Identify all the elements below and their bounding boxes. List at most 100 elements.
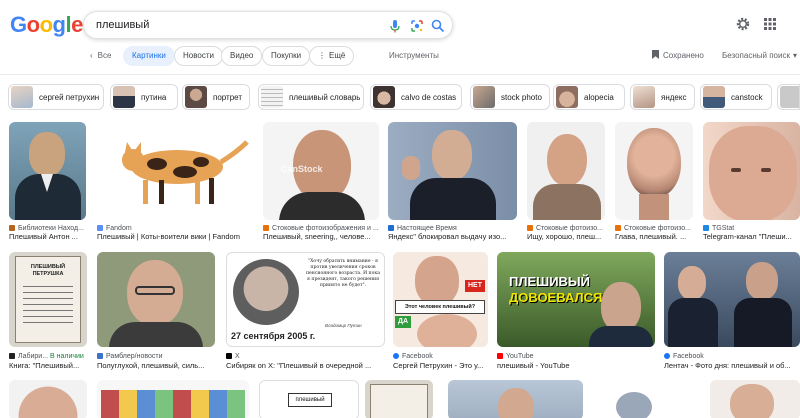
result-caption[interactable]: Плешивый, sneering,, челове...: [263, 232, 379, 242]
result-image[interactable]: [97, 380, 249, 418]
result-image[interactable]: "Хочу обратить внимание - я против увели…: [226, 252, 385, 347]
chip-thumbnail: [633, 86, 655, 108]
shirt: [533, 184, 601, 220]
tab-news[interactable]: Новости: [174, 46, 223, 66]
title-line2: ДОВОЕВАЛСЯ: [509, 290, 603, 305]
result-image[interactable]: [664, 252, 800, 347]
result-source: Рамблер/новости: [97, 352, 215, 361]
result-image[interactable]: [703, 122, 800, 220]
suggestion-chip[interactable]: canstock: [700, 84, 772, 110]
result-image[interactable]: [97, 122, 254, 220]
person-right-suit: [734, 298, 792, 347]
result-caption[interactable]: Яндекс" блокировал выдачу изо...: [388, 232, 517, 242]
suggestion-chip[interactable]: calvo de costas: [370, 84, 462, 110]
chip-thumbnail: [473, 86, 495, 108]
suggestion-chip[interactable]: яндекс: [630, 84, 695, 110]
result-source: X: [226, 352, 385, 361]
result-image[interactable]: [615, 122, 693, 220]
result-caption[interactable]: Telegram-канал "Плеши...: [703, 232, 800, 242]
suggestion-chip[interactable]: [777, 84, 800, 110]
tab-shopping[interactable]: Покупки: [262, 46, 311, 66]
suggestion-chip[interactable]: alopecia: [553, 84, 625, 110]
microphone-icon[interactable]: [387, 18, 403, 34]
result-source: Лабири... В наличии: [9, 352, 89, 361]
result-image[interactable]: [594, 380, 674, 418]
search-box[interactable]: плешивый: [83, 11, 453, 39]
result-image[interactable]: ПЛЕШИВЫЙ ДОВОЕВАЛСЯ: [497, 252, 655, 347]
result-image[interactable]: НЕТ Этот человек плешивый? ДА: [393, 252, 488, 347]
bald-top: [417, 314, 477, 347]
google-logo[interactable]: Google: [10, 14, 83, 36]
result-image[interactable]: [97, 252, 215, 347]
result-caption[interactable]: Полуглухой, плешивый, силь...: [97, 361, 215, 371]
result-source: YouTube: [497, 352, 655, 361]
result-caption[interactable]: Плешивый | Коты-воители вики | Fandom: [97, 232, 254, 242]
person-left-head: [678, 266, 706, 300]
chevron-left-icon: ‹: [90, 51, 93, 60]
result-image[interactable]: ПЛЕШИВЫЙ ПЕТРУШКА: [9, 252, 87, 347]
shirt: [279, 192, 365, 220]
result-image[interactable]: [9, 380, 87, 418]
quote-text: "Хочу обратить внимание - я против увели…: [306, 259, 380, 288]
search-icon[interactable]: [430, 18, 446, 34]
result-caption[interactable]: Плешивый Антон ...: [9, 232, 87, 242]
header-divider: [0, 74, 800, 75]
tab-images[interactable]: Картинки: [123, 46, 175, 66]
saved-link[interactable]: Сохранено: [652, 46, 704, 66]
chip-thumbnail: [261, 86, 283, 108]
watermark: CanStock: [281, 164, 323, 174]
head: [498, 388, 534, 418]
chip-thumbnail: [185, 86, 207, 108]
eye: [761, 168, 771, 172]
result-caption[interactable]: Книга: "Плешивый...: [9, 361, 89, 371]
suggestion-chip[interactable]: плешивый словарь: [258, 84, 364, 110]
result-image[interactable]: [9, 122, 86, 220]
result-caption[interactable]: плешивый - YouTube: [497, 361, 655, 371]
search-tabs-bar: ‹ Все Картинки Новости Видео Покупки ⋮ Ещё…: [0, 46, 800, 68]
result-image[interactable]: [365, 380, 433, 418]
book-lines: [23, 286, 73, 326]
safesearch-menu[interactable]: Безопасный поиск ▾: [722, 46, 797, 66]
apps-grid-icon[interactable]: [762, 16, 778, 32]
body: [589, 326, 653, 347]
suggestion-chip[interactable]: сергей петрухин: [8, 84, 104, 110]
collage-grid: [101, 390, 245, 418]
tools-button[interactable]: Инструменты: [389, 46, 439, 66]
eye: [731, 168, 741, 172]
head: [547, 134, 587, 186]
no-badge: НЕТ: [465, 280, 485, 292]
back-to-all-link[interactable]: ‹ Все: [90, 46, 111, 66]
result-caption[interactable]: Ищу, хорошо, плеш...: [527, 232, 605, 242]
tab-more[interactable]: ⋮ Ещё: [309, 46, 355, 66]
settings-gear-icon[interactable]: [735, 16, 751, 32]
search-input[interactable]: плешивый: [96, 19, 149, 31]
result-image[interactable]: [388, 122, 517, 220]
lens-icon[interactable]: [409, 18, 425, 34]
head: [432, 130, 472, 180]
tab-video[interactable]: Видео: [221, 46, 263, 66]
chip-thumbnail: [556, 86, 578, 108]
yes-badge: ДА: [395, 316, 411, 328]
result-image[interactable]: [448, 380, 583, 418]
result-image[interactable]: плешивый: [259, 380, 359, 418]
suggestion-chip[interactable]: stock photo: [470, 84, 550, 110]
result-image[interactable]: [527, 122, 605, 220]
suggestion-chip[interactable]: портрет: [182, 84, 250, 110]
jacket: [109, 322, 203, 347]
suit: [410, 178, 496, 220]
suggestion-chip[interactable]: путина: [110, 84, 178, 110]
illustration-head: [616, 392, 652, 418]
more-vert-icon: ⋮: [318, 51, 326, 60]
person-right-head: [746, 262, 778, 300]
result-caption[interactable]: Глава, плешивый. ...: [615, 232, 693, 242]
sign-box: плешивый: [288, 393, 332, 407]
chip-thumbnail: [373, 86, 395, 108]
result-caption[interactable]: Лентач - Фото дня: плешивый и об...: [664, 361, 800, 371]
result-caption[interactable]: Сибиряк on X: "Плешивый в очередной ...: [226, 361, 385, 371]
raised-hand: [402, 156, 420, 180]
result-image[interactable]: CanStock: [263, 122, 379, 220]
chip-thumbnail: [113, 86, 135, 108]
result-image[interactable]: [710, 380, 800, 418]
portrait-head: [29, 132, 65, 176]
result-caption[interactable]: Сергей Петрухин - Это у...: [393, 361, 488, 371]
